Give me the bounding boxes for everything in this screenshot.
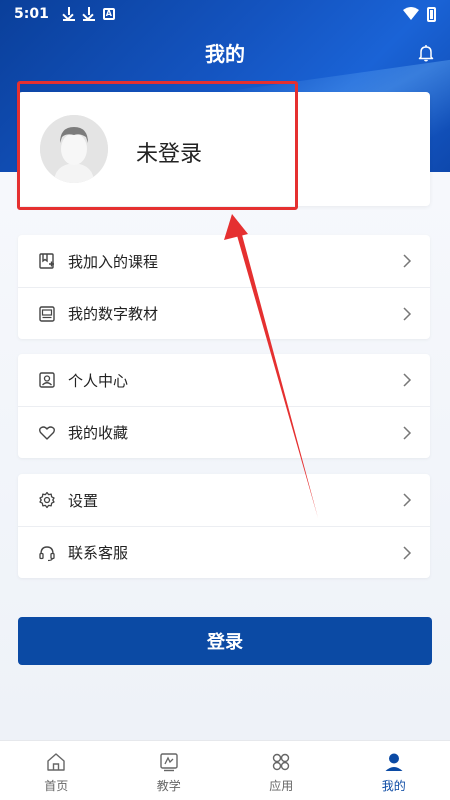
- headset-icon: [39, 545, 55, 561]
- menu-group-account: 个人中心 我的收藏: [18, 354, 430, 458]
- download-icon: [82, 7, 95, 21]
- chevron-right-icon: [403, 306, 412, 321]
- menu-item-digital-textbook[interactable]: 我的数字教材: [18, 287, 430, 339]
- tab-teaching[interactable]: 教学: [113, 741, 226, 800]
- default-avatar-icon: [40, 115, 108, 183]
- menu-group-support: 设置 联系客服: [18, 474, 430, 578]
- user-card-icon: [39, 372, 55, 388]
- page-title: 我的: [205, 42, 245, 66]
- tab-label: 应用: [269, 779, 294, 793]
- menu-item-label: 个人中心: [68, 371, 129, 390]
- menu-item-label: 我加入的课程: [68, 252, 159, 271]
- gear-icon: [39, 491, 55, 509]
- app-notification-icon: A: [102, 8, 115, 20]
- menu-item-my-courses[interactable]: 我加入的课程: [18, 235, 430, 287]
- home-icon: [47, 753, 65, 771]
- profile-card[interactable]: 未登录: [18, 92, 430, 206]
- chevron-right-icon: [403, 254, 412, 268]
- menu-item-personal-center[interactable]: 个人中心: [18, 354, 430, 406]
- me-icon: [385, 753, 403, 771]
- tab-apps[interactable]: 应用: [225, 741, 338, 800]
- tab-label: 我的: [381, 779, 406, 793]
- download-icon: [62, 7, 75, 21]
- menu-group-learning: 我加入的课程 我的数字教材: [18, 235, 430, 339]
- battery-icon: [427, 6, 436, 22]
- menu-item-favorites[interactable]: 我的收藏: [18, 406, 430, 458]
- bell-icon[interactable]: [418, 44, 434, 62]
- tab-home[interactable]: 首页: [0, 741, 113, 800]
- chevron-right-icon: [403, 545, 412, 560]
- tab-label: 首页: [44, 779, 69, 793]
- tab-label: 教学: [156, 779, 181, 793]
- menu-item-label: 我的数字教材: [68, 305, 159, 323]
- tab-me[interactable]: 我的: [338, 741, 450, 800]
- textbook-icon: [39, 305, 55, 322]
- chevron-right-icon: [403, 493, 412, 507]
- login-button[interactable]: 登录: [18, 617, 432, 665]
- status-bar: 5:01 A: [0, 0, 450, 28]
- login-status-text[interactable]: 未登录: [136, 136, 202, 168]
- avatar[interactable]: [40, 115, 108, 183]
- chevron-right-icon: [403, 373, 412, 387]
- menu-item-label: 我的收藏: [68, 424, 129, 442]
- wifi-icon: [403, 7, 419, 20]
- bottom-tab-bar: 首页 教学 应用 我的: [0, 740, 450, 800]
- status-time: 5:01: [14, 6, 49, 22]
- menu-item-label: 设置: [68, 491, 99, 510]
- menu-item-label: 联系客服: [68, 544, 129, 562]
- menu-item-settings[interactable]: 设置: [18, 474, 430, 526]
- course-icon: [39, 253, 54, 269]
- menu-item-customer-service[interactable]: 联系客服: [18, 526, 430, 578]
- chevron-right-icon: [403, 425, 412, 440]
- apps-icon: [273, 753, 290, 771]
- teaching-icon: [160, 753, 178, 772]
- heart-icon: [39, 425, 55, 440]
